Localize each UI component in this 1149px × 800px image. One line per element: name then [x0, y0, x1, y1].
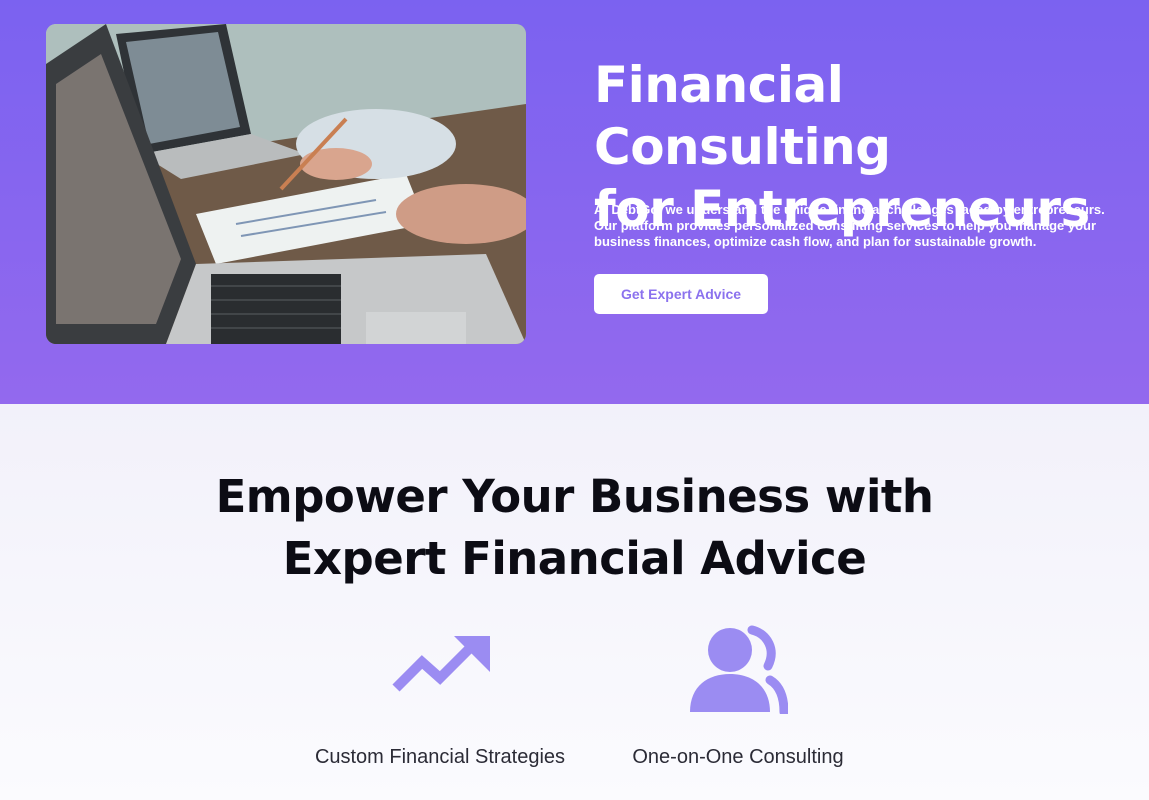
features-section: Empower Your Business with Expert Financ… [0, 404, 1149, 800]
section-title-line-2: Expert Financial Advice [282, 532, 867, 585]
feature-one-on-one: One-on-One Consulting [608, 624, 868, 768]
users-icon [690, 625, 788, 714]
hero-image [46, 24, 526, 344]
hero-section: Financial Consulting for Entrepreneurs A… [0, 0, 1149, 404]
hero-description: At DebtGo, we understand the unique fina… [594, 202, 1105, 249]
get-expert-advice-button[interactable]: Get Expert Advice [594, 274, 768, 314]
laptops-desk-illustration [46, 24, 526, 344]
hero-title-line-1: Financial Consulting [594, 56, 891, 176]
trending-up-icon [392, 636, 490, 692]
feature-custom-strategies: Custom Financial Strategies [310, 624, 570, 768]
section-title: Empower Your Business with Expert Financ… [0, 466, 1149, 590]
feature-label: Custom Financial Strategies [314, 746, 566, 768]
feature-label: One-on-One Consulting [632, 746, 844, 768]
section-title-line-1: Empower Your Business with [215, 470, 934, 523]
